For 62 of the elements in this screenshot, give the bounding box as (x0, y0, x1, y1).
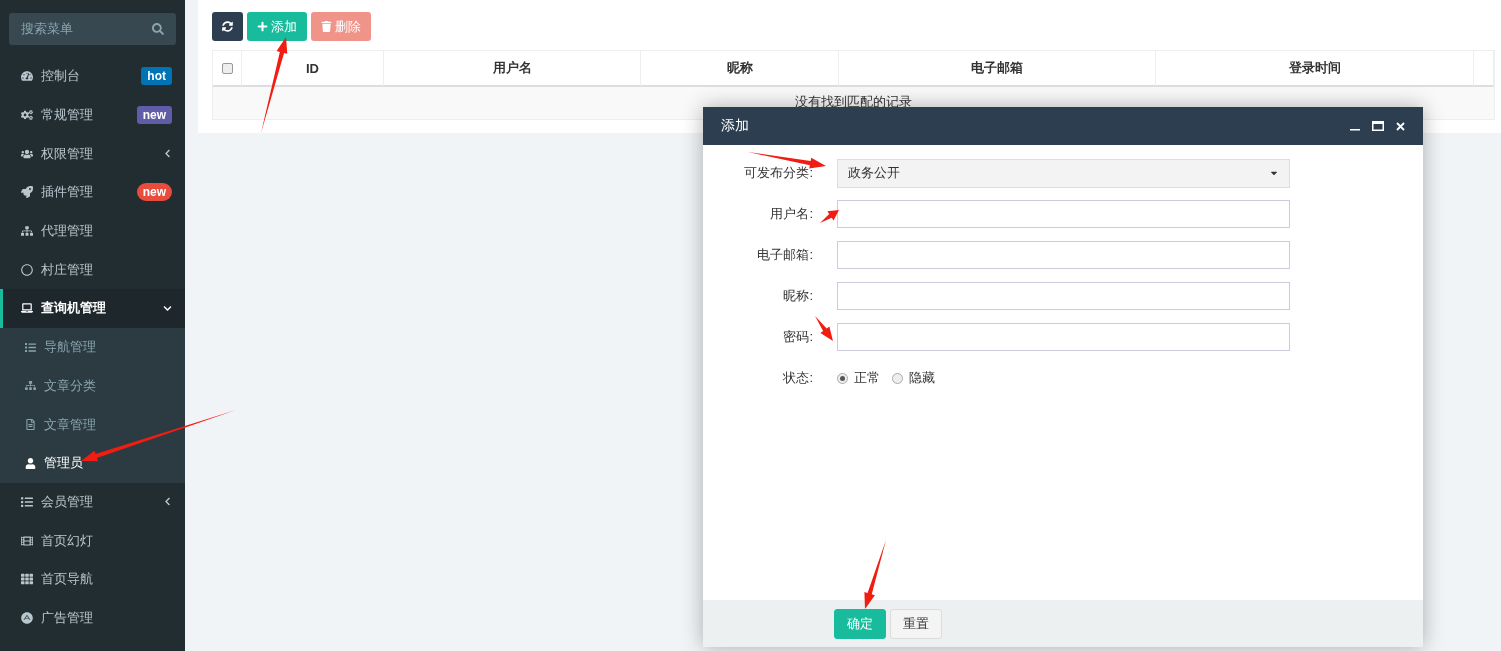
sidebar-item[interactable]: 代理管理 (0, 211, 185, 251)
badge: new (136, 106, 172, 125)
sidebar-item[interactable]: 控制台 hot (0, 57, 185, 96)
sidebar-item[interactable]: 会员管理 (0, 482, 185, 522)
sidebar-item[interactable]: 首页导航 (0, 559, 185, 599)
annotation-arrow (820, 210, 839, 223)
document-icon (25, 419, 36, 431)
radio-option[interactable]: 隐藏 (892, 369, 935, 387)
checkbox[interactable] (221, 62, 233, 74)
sidebar-subitem[interactable]: 文章管理 (0, 405, 185, 444)
refresh-icon (222, 21, 233, 32)
category-select[interactable]: 政务公开 (837, 158, 1290, 188)
field-label: 密码: (782, 328, 813, 346)
sidebar-subitem[interactable]: 导航管理 (0, 327, 185, 367)
badge: hot (141, 67, 172, 86)
radio-button[interactable] (892, 372, 903, 384)
list-icon (21, 495, 33, 508)
sitemap-icon (25, 380, 36, 392)
close-icon[interactable] (1396, 121, 1405, 131)
grid-icon (21, 573, 33, 586)
annotation-arrow (864, 540, 886, 609)
dialog-title: 添加 (721, 117, 749, 135)
sidebar-item[interactable]: 村庄管理 (0, 250, 185, 290)
sidebar-item[interactable]: 广告管理 (0, 598, 185, 638)
search-field[interactable]: 搜索菜单 (9, 13, 176, 45)
field-label: 状态: (782, 369, 813, 387)
laptop-icon (21, 302, 33, 315)
maximize-icon[interactable] (1372, 121, 1384, 131)
trash-icon (321, 21, 332, 32)
input-field[interactable] (837, 323, 1290, 351)
refresh-button[interactable] (212, 12, 243, 41)
field-label: 可发布分类: (743, 164, 813, 182)
sitemap-icon (21, 225, 33, 238)
badge: new (136, 183, 172, 202)
radio-option[interactable]: 正常 (837, 369, 880, 387)
plus-icon (257, 21, 268, 32)
input-field[interactable] (837, 241, 1290, 269)
sidebar-item[interactable]: 首页幻灯 (0, 521, 185, 560)
sidebar-item[interactable]: 查询机管理 (0, 289, 185, 328)
radio-button[interactable] (837, 372, 848, 384)
sidebar-item[interactable]: 插件管理 new (0, 173, 185, 212)
rocket-icon (21, 186, 33, 199)
field-label: 电子邮箱: (756, 246, 813, 264)
sidebar-subitem[interactable]: 文章分类 (0, 366, 185, 406)
annotation-arrow (815, 316, 833, 341)
reset-button[interactable]: 重置 (890, 608, 942, 639)
user-icon (25, 457, 36, 469)
field-label: 昵称: (782, 287, 813, 305)
field-label: 用户名: (769, 205, 813, 223)
sidebar-item[interactable]: 常规管理 new (0, 95, 185, 135)
gauge-icon (21, 70, 33, 83)
letter-icon (21, 611, 33, 624)
gears-icon (21, 109, 33, 122)
sidebar-item[interactable]: 权限管理 (0, 134, 185, 174)
empty-message: 没有找到匹配的记录 (795, 93, 912, 111)
input-field[interactable] (837, 200, 1290, 228)
search-icon (152, 23, 164, 35)
list-icon (25, 341, 36, 353)
film-icon (21, 534, 33, 547)
input-field[interactable] (837, 282, 1290, 310)
users-icon (21, 147, 33, 160)
sidebar-subitem[interactable]: 管理员 (0, 443, 185, 483)
